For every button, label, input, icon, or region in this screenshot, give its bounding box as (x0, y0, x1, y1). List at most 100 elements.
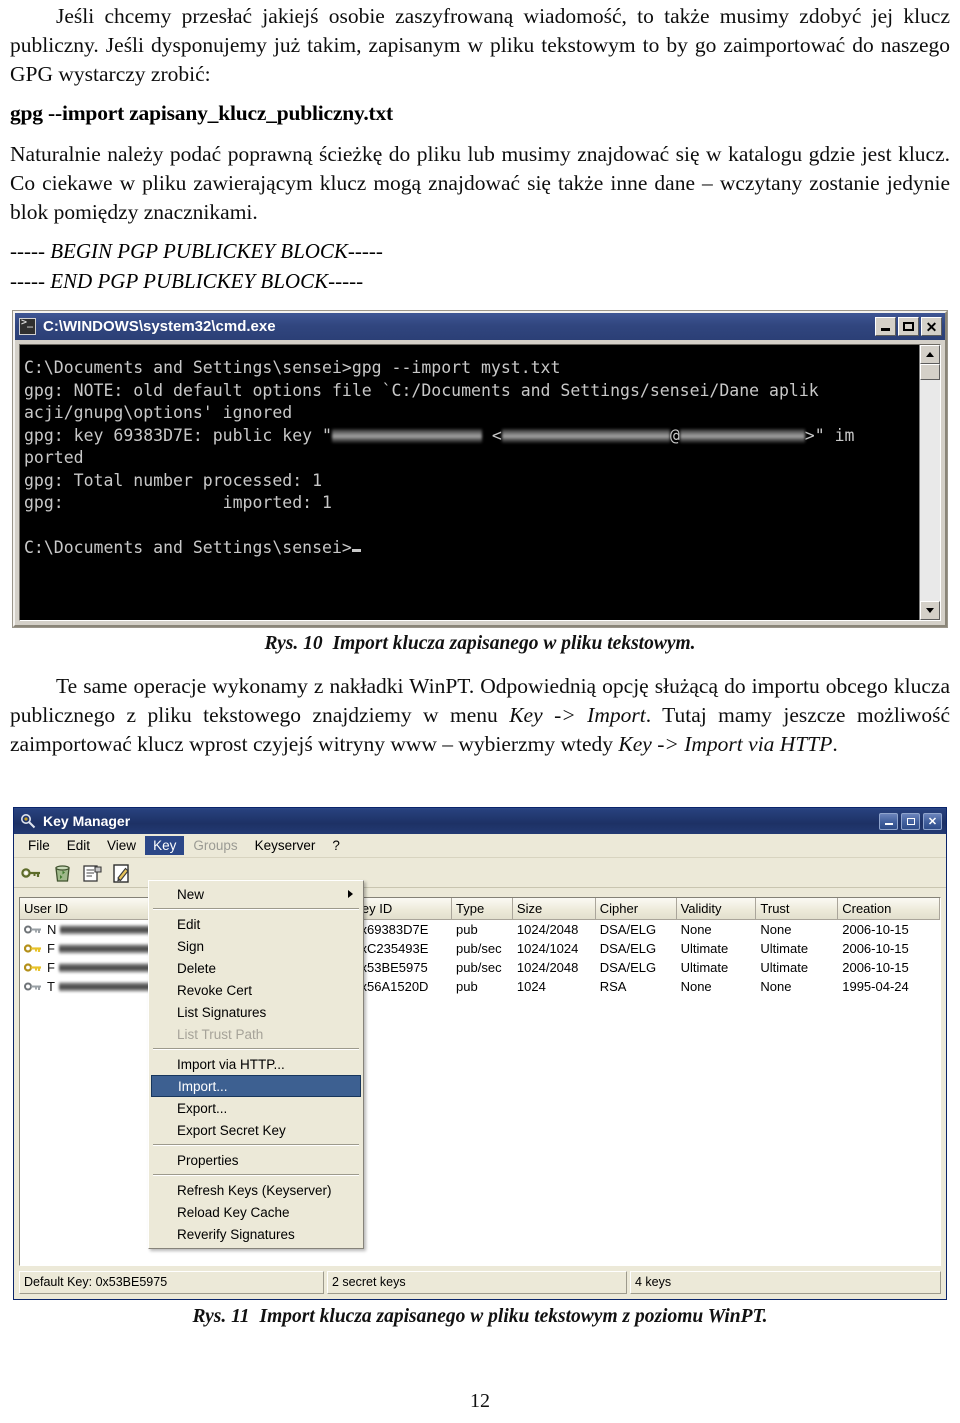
console-line-prompt: C:\Documents and Settings\sensei> (24, 538, 352, 557)
column-header-type[interactable]: Type (452, 898, 513, 919)
menu-key[interactable]: Key (145, 836, 184, 855)
cmd-console-body[interactable]: C:\Documents and Settings\sensei>gpg --i… (19, 344, 941, 621)
paragraph-winpt: Te same operacje wykonamy z nakładki Win… (10, 672, 950, 759)
cell-size: 1024 (513, 979, 596, 994)
cmd-scroll-thumb[interactable] (920, 364, 940, 380)
cmd-maximize-button[interactable] (898, 317, 919, 336)
menu-help[interactable]: ? (324, 836, 348, 855)
key-manager-statusbar: Default Key: 0x53BE5975 2 secret keys 4 … (19, 1271, 941, 1294)
page-number: 12 (0, 1390, 960, 1413)
km-minimize-button[interactable] (879, 813, 898, 830)
menu-item-new[interactable]: New (149, 883, 363, 905)
menu-item-delete[interactable]: Delete (149, 957, 363, 979)
km-maximize-button[interactable] (901, 813, 920, 830)
intro-text-block: Jeśli chcemy przesłać jakiejś osobie zas… (10, 2, 950, 296)
menu-separator (153, 1048, 359, 1050)
cmd-window-title: C:\WINDOWS\system32\cmd.exe (43, 318, 875, 335)
menu-item-properties[interactable]: Properties (149, 1149, 363, 1171)
menu-item-export[interactable]: Export... (149, 1097, 363, 1119)
column-header-creation[interactable]: Creation (838, 898, 940, 919)
cmd-scroll-track[interactable] (920, 364, 940, 601)
menu-item-edit[interactable]: Edit (149, 913, 363, 935)
redacted-user-id (60, 925, 156, 935)
winpt-text-e: . (832, 732, 837, 756)
menu-separator (153, 1144, 359, 1146)
key-manager-menubar[interactable]: File Edit View Key Groups Keyserver ? (14, 834, 946, 858)
cell-type: pub/sec (452, 960, 513, 975)
cell-cipher: RSA (596, 979, 677, 994)
menu-item-import[interactable]: Import... (151, 1075, 361, 1097)
column-header-validity[interactable]: Validity (677, 898, 757, 919)
cmd-titlebar[interactable]: C:\WINDOWS\system32\cmd.exe ✕ (15, 313, 945, 340)
cmd-minimize-button[interactable] (875, 317, 896, 336)
cmd-console-text: C:\Documents and Settings\sensei>gpg --i… (20, 345, 919, 620)
user-id-initial: N (47, 922, 56, 937)
column-header-size[interactable]: Size (513, 898, 596, 919)
cell-type: pub/sec (452, 941, 513, 956)
menu-item-refresh-keys[interactable]: Refresh Keys (Keyserver) (149, 1179, 363, 1201)
trash-bin-icon[interactable] (51, 862, 74, 884)
menu-item-revoke-cert[interactable]: Revoke Cert (149, 979, 363, 1001)
menu-item-reload-key-cache[interactable]: Reload Key Cache (149, 1201, 363, 1223)
redacted-user-id (59, 963, 159, 973)
key-manager-window-controls: ✕ (879, 813, 942, 830)
figure-10-caption: Rys. 10Import klucza zapisanego w pliku … (0, 633, 960, 655)
menu-item-sign[interactable]: Sign (149, 935, 363, 957)
key-manager-titlebar[interactable]: Key Manager ✕ (14, 808, 946, 834)
cell-key-id: 0x69383D7E (349, 922, 452, 937)
pgp-begin-marker: ----- BEGIN PGP PUBLICKEY BLOCK----- (10, 236, 950, 266)
console-line-7: gpg: imported: 1 (24, 493, 332, 512)
menu-edit[interactable]: Edit (59, 836, 98, 855)
paragraph-intro: Jeśli chcemy przesłać jakiejś osobie zas… (10, 2, 950, 89)
menu-view[interactable]: View (99, 836, 144, 855)
cell-creation: 1995-04-24 (838, 979, 940, 994)
column-header-key-id[interactable]: Key ID (349, 898, 452, 919)
scroll-up-arrow-icon[interactable] (920, 345, 940, 364)
menu-item-reverify-signatures[interactable]: Reverify Signatures (149, 1223, 363, 1245)
cell-trust: Ultimate (756, 960, 838, 975)
menu-item-export-secret-key[interactable]: Export Secret Key (149, 1119, 363, 1141)
console-line-4: gpg: key 69383D7E: public key " <@>" im (24, 426, 854, 445)
menu-keyserver[interactable]: Keyserver (247, 836, 324, 855)
cmd-window[interactable]: C:\WINDOWS\system32\cmd.exe ✕ C:\Documen… (13, 311, 947, 627)
cell-size: 1024/2048 (513, 960, 596, 975)
km-close-button[interactable]: ✕ (923, 813, 942, 830)
cmd-window-controls: ✕ (875, 317, 942, 336)
key-icon[interactable] (21, 862, 44, 884)
console-icon (19, 318, 36, 335)
properties-icon[interactable] (81, 862, 104, 884)
console-line-2: gpg: NOTE: old default options file `C:/… (24, 381, 819, 400)
chevron-right-icon (348, 890, 353, 898)
cell-key-id: 0x56A1520D (349, 979, 452, 994)
cell-cipher: DSA/ELG (596, 941, 677, 956)
edit-pencil-icon[interactable] (111, 862, 134, 884)
column-header-trust[interactable]: Trust (756, 898, 838, 919)
menu-item-import-via-http[interactable]: Import via HTTP... (149, 1053, 363, 1075)
status-default-key: Default Key: 0x53BE5975 (19, 1271, 324, 1294)
column-header-cipher[interactable]: Cipher (596, 898, 677, 919)
key-silver-icon (24, 980, 43, 993)
menu-item-list-trust-path: List Trust Path (149, 1023, 363, 1045)
console-cursor (352, 549, 361, 552)
pgp-end-marker: ----- END PGP PUBLICKEY BLOCK----- (10, 266, 950, 296)
cmd-close-button[interactable]: ✕ (921, 317, 942, 336)
key-menu-dropdown[interactable]: New Edit Sign Delete Revoke Cert List Si… (148, 880, 364, 1249)
key-manager-window[interactable]: Key Manager ✕ File Edit View Key Groups … (13, 807, 947, 1300)
cell-trust: Ultimate (756, 941, 838, 956)
redacted-email-domain (680, 429, 805, 443)
menu-file[interactable]: File (20, 836, 58, 855)
scroll-down-arrow-icon[interactable] (920, 601, 940, 620)
key-magnifier-icon (20, 813, 37, 830)
console-key-prefix: gpg: key 69383D7E: public key " (24, 426, 332, 445)
menu-item-list-signatures[interactable]: List Signatures (149, 1001, 363, 1023)
menu-groups: Groups (185, 836, 245, 855)
menu-separator (153, 908, 359, 910)
cell-validity: Ultimate (677, 941, 757, 956)
winpt-menu-path-1: Key -> Import (509, 703, 646, 727)
cell-validity: Ultimate (677, 960, 757, 975)
figure-11-caption: Rys. 11Import klucza zapisanego w pliku … (0, 1306, 960, 1328)
cmd-vertical-scrollbar[interactable] (919, 345, 940, 620)
console-line-6: gpg: Total number processed: 1 (24, 471, 322, 490)
key-gold-icon (24, 942, 43, 955)
cell-key-id: 0xC235493E (349, 941, 452, 956)
